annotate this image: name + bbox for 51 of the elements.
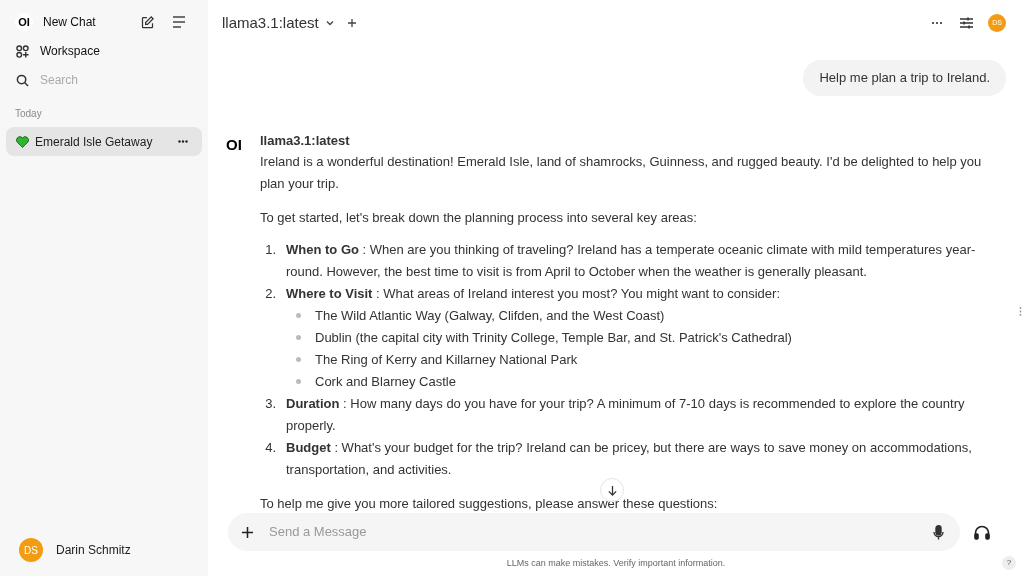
bullet-icon: [296, 357, 301, 362]
disclaimer-text: LLMs can make mistakes. Verify important information.: [506, 556, 726, 570]
model-selector[interactable]: llama3.1:latest: [222, 11, 319, 35]
bullet-icon: [296, 335, 301, 340]
list-number: 3.: [264, 394, 277, 413]
user-message: Help me plan a trip to Ireland.: [803, 60, 1006, 96]
logo: OI: [15, 13, 33, 31]
chevron-down-icon[interactable]: [324, 18, 335, 28]
bullet-icon: [296, 313, 301, 318]
headphones-icon[interactable]: [974, 524, 990, 540]
list-item-text: Budget : What's your budget for the trip? Ireland can be pricey, but there are ways to save money on accommodations, transportation, and activities.: [286, 438, 973, 479]
list-item-text: The Wild Atlantic Way (Galway, Clifden, and the West Coast): [315, 306, 665, 325]
message-paragraph: To get started, let's break down the planning process into several key areas:: [260, 208, 698, 227]
chat-item[interactable]: Emerald Isle Getaway: [6, 127, 202, 156]
list-number: 1.: [264, 240, 277, 259]
list-number: 2.: [264, 284, 277, 303]
list-item-text: The Ring of Kerry and Killarney National Park: [315, 350, 578, 369]
search-field[interactable]: Search: [40, 71, 190, 89]
plus-icon[interactable]: [346, 18, 357, 28]
compose-icon[interactable]: [140, 14, 155, 30]
message-field[interactable]: Send a Message: [228, 513, 960, 551]
chat-title: Emerald Isle Getaway: [35, 133, 153, 151]
message-input[interactable]: Send a Message: [269, 522, 933, 542]
settings-icon[interactable]: [960, 17, 973, 29]
message-paragraph: Ireland is a wonderful destination! Emerald Isle, land of shamrocks, Guinness, and rugged beauty. I'd be delighted to help you plan your trip.: [260, 152, 983, 193]
drag-handle-icon[interactable]: [1019, 307, 1022, 316]
arrow-down-icon: [606, 484, 618, 496]
heart-icon: [16, 135, 29, 148]
assistant-name: llama3.1:latest: [260, 131, 351, 150]
bullet-icon: [296, 379, 301, 384]
scroll-down-button[interactable]: [600, 478, 624, 502]
menu-icon[interactable]: [172, 16, 186, 28]
message-paragraph: To help me give you more tailored suggestions, please answer these questions:: [260, 494, 719, 513]
list-item-text: Dublin (the capital city with Trinity College, Temple Bar, and St. Patrick's Cathedral): [315, 328, 792, 347]
list-item-text: When to Go : When are you thinking of traveling? Ireland has a temperate oceanic climate with mild temperatures year-round. However, the best time to visit is from April to October when the weather is generally pleasant.: [286, 240, 977, 281]
microphone-icon[interactable]: [933, 524, 944, 540]
workspace-link[interactable]: Workspace: [40, 42, 100, 60]
section-label: Today: [14, 107, 43, 121]
plus-icon[interactable]: [242, 526, 253, 538]
new-chat-link[interactable]: New Chat: [43, 13, 96, 31]
list-item-text: Where to Visit : What areas of Ireland interest you most? You might want to consider:: [286, 284, 781, 303]
more-icon[interactable]: [178, 140, 188, 143]
assistant-logo: OI: [226, 134, 243, 155]
list-item-text: Duration : How many days do you have for your trip? A minimum of 7-10 days is recommended to explore the country properly.: [286, 394, 966, 435]
search-icon: [16, 73, 29, 87]
workspace-icon: [16, 44, 29, 58]
more-icon[interactable]: [931, 21, 943, 25]
list-number: 4.: [264, 438, 277, 457]
help-button[interactable]: ?: [1002, 556, 1016, 570]
list-item-text: Cork and Blarney Castle: [315, 372, 456, 391]
user-name[interactable]: Darin Schmitz: [56, 541, 131, 559]
